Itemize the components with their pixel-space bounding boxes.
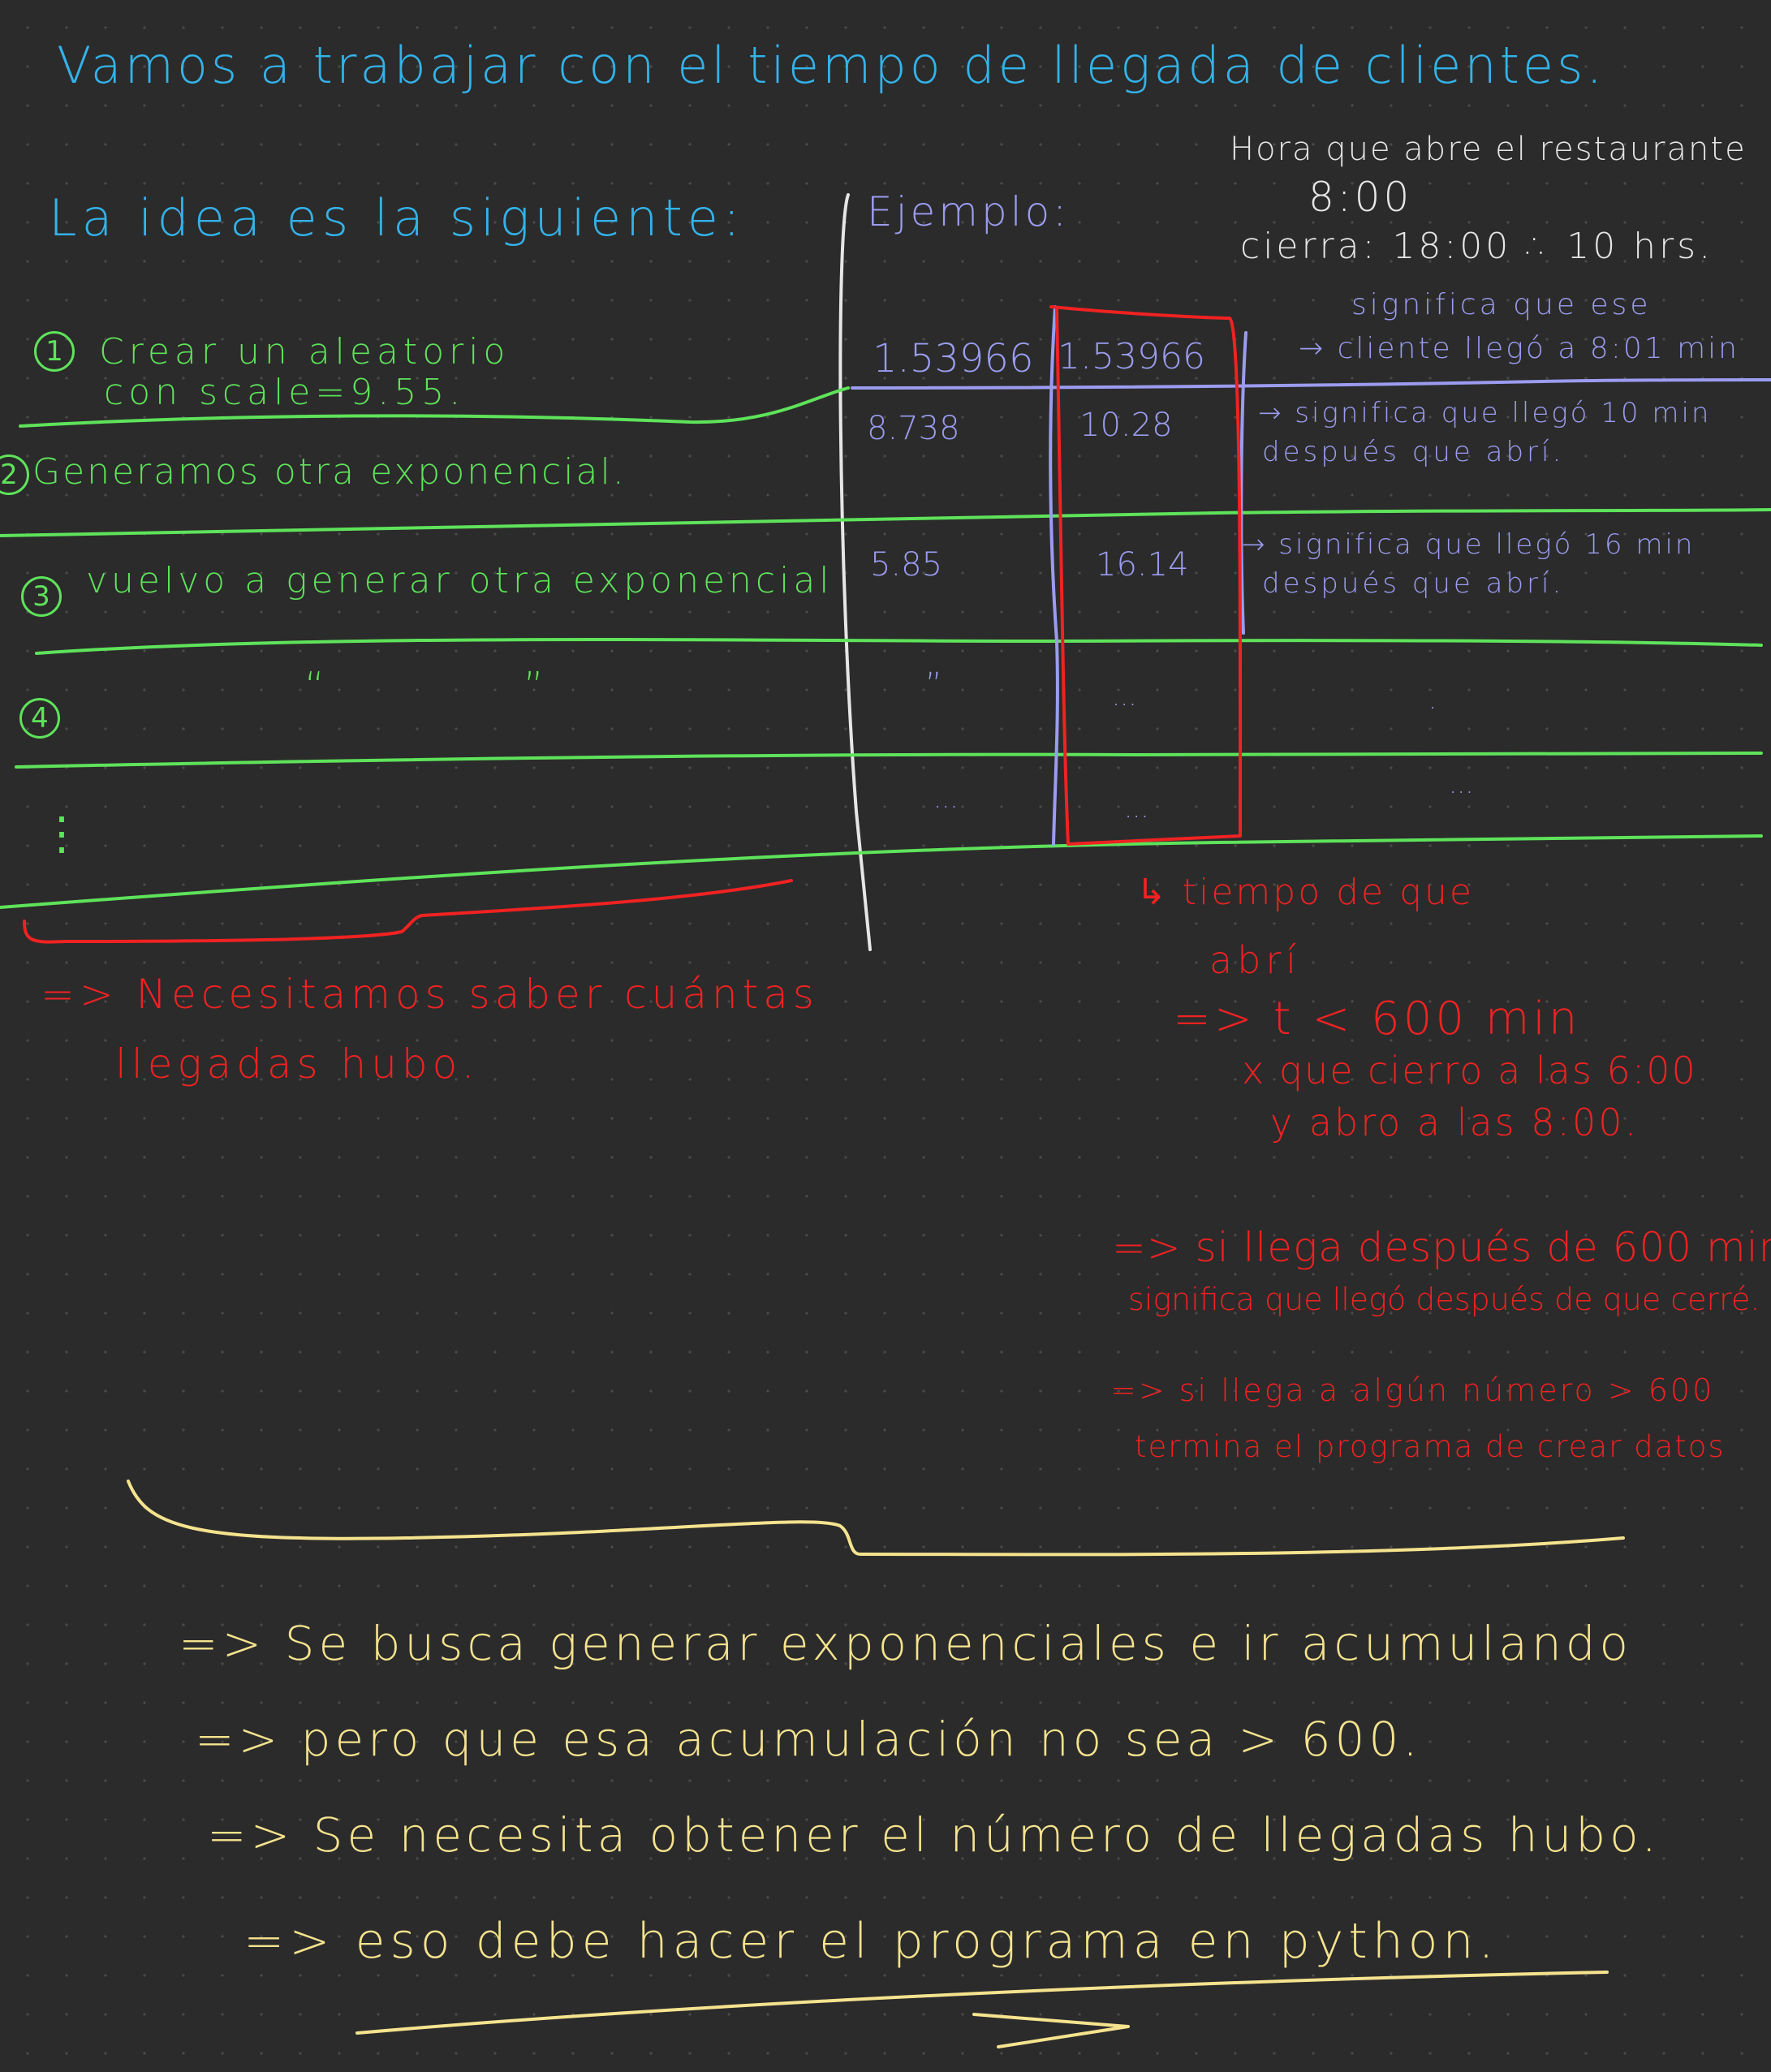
meaning-1-line2: → cliente llegó a 8:01 min (1299, 332, 1739, 365)
after-note-line1: => si llega después de 600 min (1112, 1224, 1771, 1271)
example-col-a-row-1: 1.53966 (873, 336, 1034, 381)
step-3-badge: 3 (21, 576, 62, 617)
after-note-line2: significa que llegó después de que cerré… (1128, 1282, 1760, 1317)
column-line (1239, 331, 1247, 635)
example-col-b-row-3: 16.14 (1096, 546, 1189, 584)
time-label-line1: ↳ tiempo de que (1136, 872, 1474, 913)
close-label: cierra: 18:00 ∴ 10 hrs. (1240, 226, 1714, 267)
meaning-5: ... (1449, 769, 1474, 799)
divider-line (838, 193, 872, 951)
meaning-4: . (1428, 684, 1437, 715)
step-2-text: Generamos otra exponencial. (32, 451, 627, 493)
row-separator (15, 752, 1763, 769)
reason-line1: x que cierro a las 6:00 (1242, 1049, 1697, 1092)
reason-line2: y abro a las 8:00. (1270, 1101, 1640, 1144)
arrivals-note-line1: => Necesitamos saber cuántas (41, 971, 819, 1018)
yellow-brace (127, 1480, 1625, 1557)
step-1-line2: con scale=9.55. (104, 372, 466, 413)
summary-line-2: => pero que esa acumulación no sea > 600… (195, 1712, 1422, 1767)
step-4-ditto-2: ” (524, 664, 544, 709)
row-separator (35, 638, 1763, 655)
meaning-2-line1: → significa que llegó 10 min (1258, 397, 1712, 429)
summary-line-1: => Se busca generar exponenciales e ir a… (179, 1616, 1633, 1671)
step-4-ditto-1: “ (304, 664, 325, 709)
stop-note-line2: termina el programa de crear datos (1135, 1429, 1726, 1464)
summary-line-3: => Se necesita obtener el número de lleg… (207, 1807, 1661, 1863)
summary-line-4: => eso debe hacer el programa en python. (243, 1913, 1499, 1970)
python-underline-hook (972, 2013, 1130, 2048)
meaning-3-line2: después que abrí. (1262, 567, 1565, 600)
example-col-b-row-2: 10.28 (1079, 407, 1173, 444)
step-1-line1: Crear un aleatorio (99, 331, 511, 373)
step-3-text: vuelvo a generar otra exponencial (86, 560, 834, 601)
page-title: Vamos a trabajar con el tiempo de llegad… (57, 36, 1606, 95)
python-underline (355, 1971, 1609, 2035)
open-label: Hora que abre el restaurante (1230, 131, 1747, 168)
steps-ellipsis: ⋮ (39, 808, 84, 860)
red-brace (23, 879, 793, 944)
example-col-b-row-4: ... (1112, 681, 1137, 712)
example-label: Ejemplo: (867, 188, 1071, 235)
step-1-badge: 1 (34, 331, 75, 372)
example-col-a-row-2: 8.738 (867, 410, 960, 447)
constraint: => t < 600 min (1173, 993, 1581, 1045)
meaning-1-line1: significa que ese (1351, 288, 1652, 321)
arrivals-note-line2: llegadas hubo. (115, 1040, 480, 1088)
step-4-badge: 4 (19, 698, 60, 739)
example-col-a-row-4: ” (925, 666, 942, 704)
meaning-2-line2: después que abrí. (1262, 436, 1565, 468)
row-separator (0, 834, 1763, 909)
open-time: 8:00 (1308, 174, 1413, 221)
example-col-b-row-1: 1.53966 (1058, 336, 1205, 377)
example-col-a-row-3: 5.85 (870, 546, 943, 584)
meaning-3-line1: → significa que llegó 16 min (1242, 528, 1696, 561)
time-label-line2: abrí (1209, 938, 1302, 982)
stop-note-line1: => si llega a algún número > 600 (1110, 1372, 1715, 1408)
intro-text: La idea es la siguiente: (49, 188, 745, 248)
example-col-a-row-5: ... (933, 783, 959, 814)
example-col-b-row-5: ... (1124, 793, 1149, 824)
